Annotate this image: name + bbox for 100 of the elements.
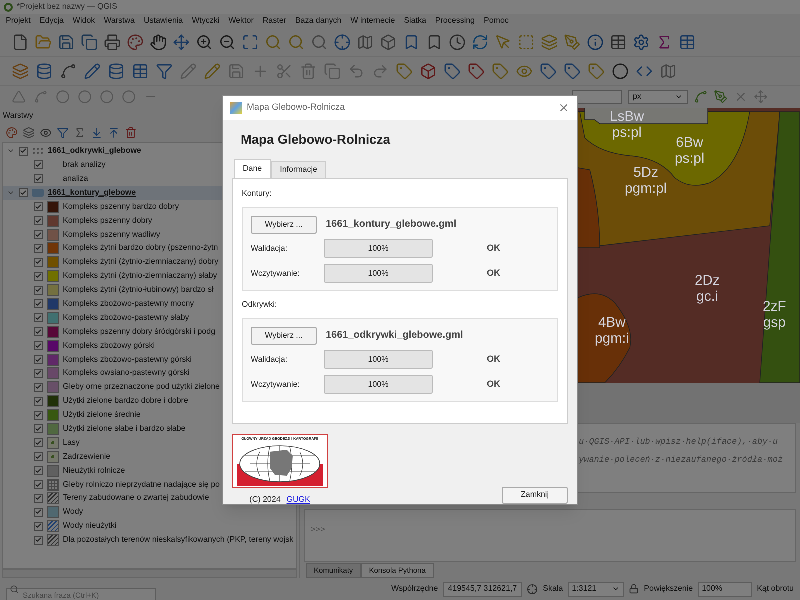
choose-button[interactable]: Wybierz ... [251, 216, 317, 234]
search-icon[interactable] [288, 34, 305, 50]
palette-icon[interactable] [6, 127, 18, 139]
zoom-in-icon[interactable] [196, 34, 213, 50]
checkbox[interactable] [34, 396, 43, 406]
trash-icon[interactable] [125, 127, 137, 139]
tab[interactable]: Informacje [271, 160, 326, 178]
table-icon[interactable] [679, 34, 696, 50]
menu-item[interactable]: Edycja [40, 15, 64, 27]
box-icon[interactable] [380, 34, 397, 50]
tab[interactable]: Dane [234, 158, 272, 178]
circle-icon[interactable] [612, 62, 629, 80]
expand-icon[interactable] [91, 127, 103, 139]
map-icon[interactable] [357, 34, 374, 50]
checkbox[interactable] [34, 341, 43, 350]
checkbox[interactable] [34, 244, 43, 253]
bookmark-icon[interactable] [403, 34, 420, 50]
clock-icon[interactable] [449, 34, 466, 50]
tag-icon[interactable] [540, 62, 557, 80]
checkbox[interactable] [34, 230, 43, 239]
lock-icon[interactable] [629, 584, 640, 594]
checkbox[interactable] [34, 438, 43, 448]
menu-item[interactable]: Projekt [6, 15, 31, 27]
unit-dropdown[interactable]: px [628, 90, 688, 104]
spline-icon[interactable] [34, 90, 48, 104]
bookmark-icon[interactable] [426, 34, 443, 50]
scissors-icon[interactable] [276, 62, 293, 80]
checkbox[interactable] [34, 216, 43, 226]
collapse-icon[interactable] [108, 127, 120, 139]
checkbox[interactable] [34, 382, 43, 392]
table-icon[interactable] [132, 62, 149, 80]
menu-item[interactable]: Baza danych [295, 15, 342, 27]
layers-icon[interactable] [23, 127, 35, 139]
checkbox[interactable] [34, 299, 43, 308]
checkbox[interactable] [34, 174, 43, 184]
checkbox[interactable] [34, 424, 43, 434]
gugk-link[interactable]: GUGK [286, 494, 310, 506]
crosshair-icon[interactable] [527, 584, 538, 594]
pen-tool-icon[interactable] [564, 34, 581, 50]
menu-item[interactable]: Wektor [228, 15, 254, 27]
coordinates-field[interactable]: 419545,7 312621,7 [443, 582, 522, 596]
pointer-icon[interactable] [495, 34, 512, 50]
spline-icon[interactable] [60, 62, 77, 80]
tag-icon[interactable] [444, 62, 461, 80]
trash-icon[interactable] [300, 62, 317, 80]
printer-icon[interactable] [104, 34, 121, 50]
checkbox[interactable] [34, 272, 43, 281]
zoom-out-icon[interactable] [219, 34, 236, 50]
spline-icon[interactable] [694, 90, 708, 104]
search-icon[interactable] [311, 34, 328, 50]
checkbox[interactable] [34, 522, 43, 531]
layers-icon[interactable] [541, 34, 558, 50]
menu-item[interactable]: Widok [72, 15, 96, 27]
checkbox[interactable] [19, 188, 28, 198]
size-spinbox[interactable] [572, 90, 622, 104]
checkbox[interactable] [34, 410, 43, 420]
pencil-icon[interactable] [204, 62, 221, 80]
checkbox[interactable] [34, 368, 43, 378]
folder-icon[interactable] [35, 34, 52, 50]
tag-icon[interactable] [468, 62, 485, 80]
menu-item[interactable]: Warstwa [104, 15, 135, 27]
checkbox[interactable] [34, 480, 43, 490]
checkbox[interactable] [34, 536, 43, 545]
undo-icon[interactable] [348, 62, 365, 80]
box-icon[interactable] [420, 62, 437, 80]
checkbox[interactable] [34, 160, 43, 170]
scale-dropdown[interactable]: 1:3121 [568, 582, 624, 596]
filter-icon[interactable] [156, 62, 173, 80]
refresh-icon[interactable] [472, 34, 489, 50]
triangle-icon[interactable] [12, 90, 26, 104]
filter-icon[interactable] [57, 127, 69, 139]
menu-item[interactable]: Raster [262, 15, 286, 27]
menu-item[interactable]: Ustawienia [144, 15, 184, 27]
checkbox[interactable] [34, 494, 43, 503]
tag-icon[interactable] [588, 62, 605, 80]
move-icon[interactable] [173, 34, 190, 50]
circle-icon[interactable] [56, 90, 70, 104]
redo-icon[interactable] [372, 62, 389, 80]
circle-icon[interactable] [122, 90, 136, 104]
horizontal-scrollbar[interactable] [2, 569, 297, 578]
save-icon[interactable] [228, 62, 245, 80]
map-icon[interactable] [660, 62, 677, 80]
menu-item[interactable]: Wtyczki [192, 15, 220, 27]
table-icon[interactable] [610, 34, 627, 50]
database-icon[interactable] [36, 62, 53, 80]
info-icon[interactable] [587, 34, 604, 50]
copy-icon[interactable] [324, 62, 341, 80]
circle-icon[interactable] [100, 90, 114, 104]
checkbox[interactable] [34, 202, 43, 212]
eye-icon[interactable] [40, 127, 52, 139]
checkbox[interactable] [34, 327, 43, 336]
checkbox[interactable] [34, 258, 43, 267]
tag-icon[interactable] [396, 62, 413, 80]
new-file-icon[interactable] [12, 34, 29, 50]
sigma-icon[interactable] [74, 127, 86, 139]
checkbox[interactable] [34, 286, 43, 295]
palette-icon[interactable] [127, 34, 144, 50]
magnifier-spinbox[interactable]: 100% [698, 582, 752, 596]
choose-button[interactable]: Wybierz ... [251, 326, 317, 344]
pen-tool-icon[interactable] [714, 90, 728, 104]
